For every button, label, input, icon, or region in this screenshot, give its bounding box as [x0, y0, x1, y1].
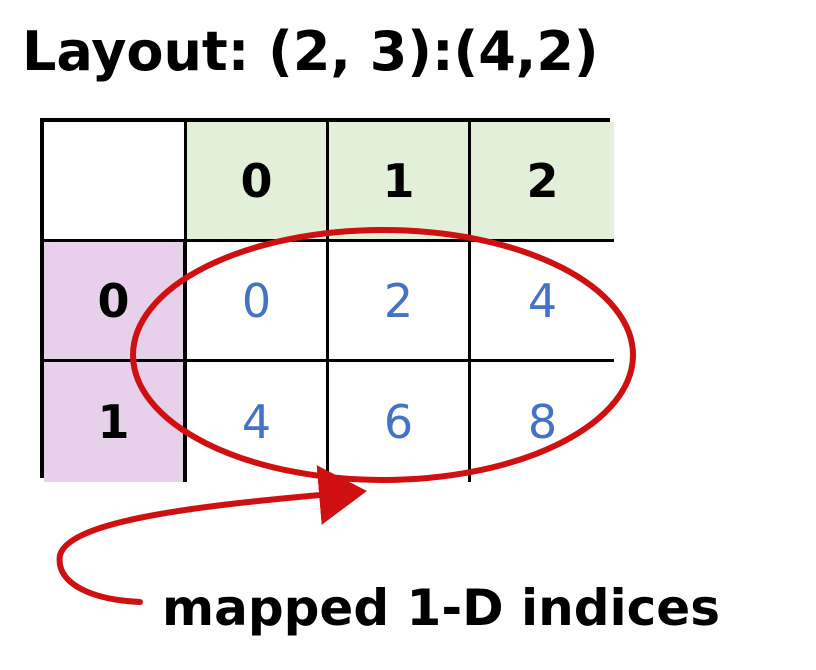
layout-table: 0 1 2 0 0 2 4 1 4 6 8	[40, 118, 614, 482]
value-cell-0-0: 0	[187, 242, 329, 362]
value-cell-1-0: 4	[187, 362, 329, 482]
value-cell-0-1: 2	[329, 242, 471, 362]
corner-cell	[44, 122, 187, 242]
column-header-1: 1	[329, 122, 471, 242]
value-cell-0-2: 4	[471, 242, 614, 362]
value-cell-1-1: 6	[329, 362, 471, 482]
value-cell-1-2: 8	[471, 362, 614, 482]
row-header-1: 1	[44, 362, 187, 482]
column-header-2: 2	[471, 122, 614, 242]
annotation-caption: mapped 1-D indices	[162, 579, 720, 637]
layout-title: Layout: (2, 3):(4,2)	[22, 20, 599, 83]
row-header-0: 0	[44, 242, 187, 362]
column-header-0: 0	[187, 122, 329, 242]
